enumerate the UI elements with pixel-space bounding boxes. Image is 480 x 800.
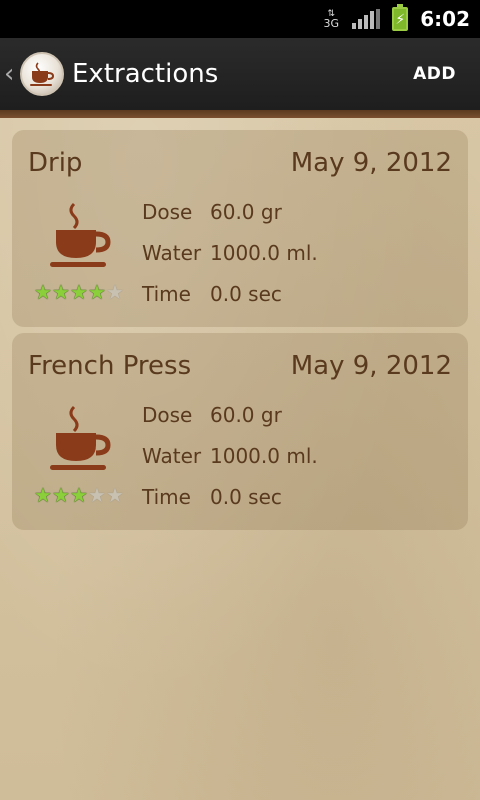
page-title: Extractions bbox=[72, 59, 219, 89]
star-icon: ★ bbox=[34, 483, 52, 507]
dose-row: Dose 60.0 gr bbox=[142, 200, 282, 224]
star-icon: ★ bbox=[88, 280, 106, 304]
coffee-cup-icon bbox=[50, 405, 111, 470]
extraction-name: French Press bbox=[28, 351, 192, 381]
time-row: Time 0.0 sec bbox=[142, 282, 282, 306]
time-value: 0.0 sec bbox=[210, 282, 282, 306]
signal-icon bbox=[352, 9, 381, 29]
network-3g-icon: ⇅ 3G bbox=[323, 9, 340, 30]
star-icon: ★ bbox=[52, 280, 70, 304]
water-label: Water bbox=[142, 241, 202, 265]
water-row: Water 1000.0 ml. bbox=[142, 241, 318, 265]
network-type: 3G bbox=[323, 17, 340, 30]
time-value: 0.0 sec bbox=[210, 485, 282, 509]
rating-stars: ★ ★ ★ ★ ★ bbox=[34, 282, 124, 302]
status-time: 6:02 bbox=[420, 7, 470, 31]
water-value: 1000.0 ml. bbox=[210, 444, 318, 468]
coffee-cup-icon bbox=[50, 202, 111, 267]
dose-value: 60.0 gr bbox=[210, 403, 282, 427]
list-item[interactable]: French Press May 9, 2012 ★ ★ ★ ★ ★ Dose … bbox=[12, 333, 468, 530]
star-icon: ★ bbox=[52, 483, 70, 507]
star-icon: ★ bbox=[70, 483, 88, 507]
extraction-date: May 9, 2012 bbox=[290, 148, 452, 178]
time-label: Time bbox=[142, 485, 191, 509]
time-label: Time bbox=[142, 282, 191, 306]
water-label: Water bbox=[142, 444, 202, 468]
coffee-cup-icon bbox=[30, 62, 55, 86]
water-value: 1000.0 ml. bbox=[210, 241, 318, 265]
dose-value: 60.0 gr bbox=[210, 200, 282, 224]
add-button[interactable]: ADD bbox=[413, 64, 456, 84]
coffee-cup-icon[interactable] bbox=[20, 52, 64, 96]
extraction-date: May 9, 2012 bbox=[290, 351, 452, 381]
time-row: Time 0.0 sec bbox=[142, 485, 282, 509]
battery-icon: ⚡ bbox=[392, 4, 409, 31]
action-bar: ‹ Extractions ADD bbox=[0, 38, 480, 118]
chevron-left-icon[interactable]: ‹ bbox=[4, 59, 18, 89]
star-icon: ★ bbox=[106, 280, 124, 304]
star-icon: ★ bbox=[106, 483, 124, 507]
extraction-list: Drip May 9, 2012 ★ ★ ★ ★ ★ Dose 60.0 gr … bbox=[12, 130, 468, 536]
star-icon: ★ bbox=[70, 280, 88, 304]
star-icon: ★ bbox=[88, 483, 106, 507]
dose-row: Dose 60.0 gr bbox=[142, 403, 282, 427]
rating-stars: ★ ★ ★ ★ ★ bbox=[34, 485, 124, 505]
dose-label: Dose bbox=[142, 403, 193, 427]
status-bar: ⇅ 3G ⚡ 6:02 bbox=[0, 0, 480, 38]
extraction-name: Drip bbox=[28, 148, 83, 178]
water-row: Water 1000.0 ml. bbox=[142, 444, 318, 468]
list-item[interactable]: Drip May 9, 2012 ★ ★ ★ ★ ★ Dose 60.0 gr … bbox=[12, 130, 468, 327]
star-icon: ★ bbox=[34, 280, 52, 304]
dose-label: Dose bbox=[142, 200, 193, 224]
